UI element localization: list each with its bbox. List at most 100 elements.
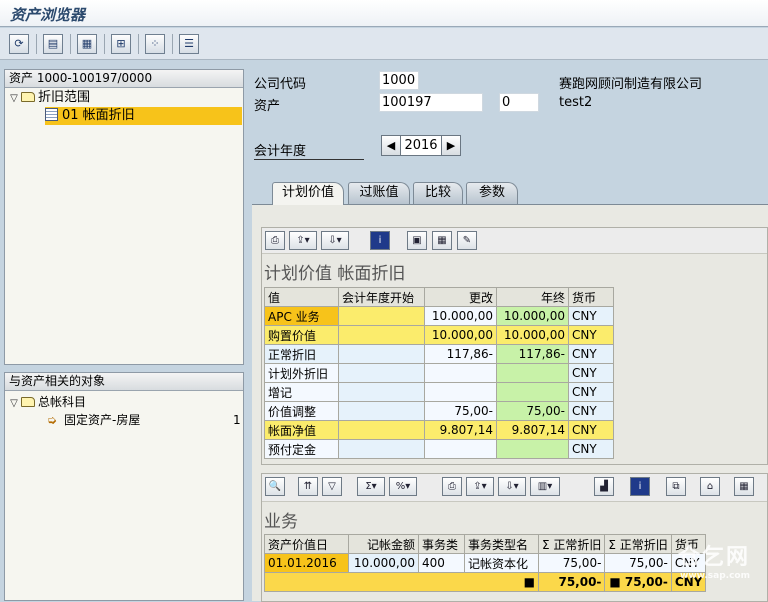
ordinary-depreciation-1: 75,00- (537, 553, 606, 573)
table-row[interactable]: 01.01.2016 10.000,00 400 记帐资本化 75,00- 75… (264, 553, 707, 573)
structure-icon[interactable]: ⁘ (145, 34, 165, 54)
column-header[interactable]: 货币 (568, 287, 614, 307)
year-start (338, 344, 425, 364)
column-header[interactable]: Σ 正常折旧 (537, 534, 606, 554)
tab-comparison[interactable]: 比较 (413, 182, 463, 204)
table-row[interactable]: 购置价值 10.000,00 10.000,00 CNY (264, 325, 614, 345)
subtotal-icon[interactable]: %▾ (389, 477, 417, 496)
table-row[interactable]: 计划外折旧 CNY (264, 363, 614, 383)
chart-icon[interactable]: ▟ (594, 477, 614, 496)
copy-icon[interactable]: ⧉ (666, 477, 686, 496)
tree-node-depreciation-area[interactable]: ▽ 折旧范围 (7, 89, 243, 107)
year-end-amount (496, 363, 569, 383)
column-header[interactable]: 事务类 (418, 534, 465, 554)
watermark-subtext: www.sap.com (680, 571, 750, 581)
layout-icon[interactable]: ▥▾ (530, 477, 560, 496)
year-end-amount: 117,86- (496, 344, 569, 364)
print-icon[interactable]: ⎙ (442, 477, 462, 496)
column-header[interactable]: 记帐金额 (348, 534, 419, 554)
column-header[interactable]: 年终 (496, 287, 569, 307)
download-icon[interactable]: ⇩▾ (498, 477, 526, 496)
column-header[interactable]: Σ 正常折旧 (604, 534, 672, 554)
value-name[interactable]: APC 业务 (264, 306, 339, 326)
fiscal-year-label: 会计年度 (254, 140, 364, 160)
asset-subnumber-field[interactable]: 0 (499, 93, 539, 112)
details-icon[interactable]: ▤ (43, 34, 63, 54)
change-amount (424, 439, 497, 459)
currency: CNY (568, 439, 614, 459)
value-name[interactable]: 帐面净值 (264, 420, 339, 440)
total-depreciation-2: ■ 75,00- (604, 572, 672, 592)
table-row[interactable]: 增记 CNY (264, 382, 614, 402)
company-code-field[interactable]: 1000 (379, 71, 419, 90)
display-icon[interactable]: ▦ (77, 34, 97, 54)
print-icon[interactable]: ⎙ (265, 231, 285, 250)
year-start (338, 420, 425, 440)
filter-icon[interactable]: ▽ (322, 477, 342, 496)
graphic-icon[interactable]: ▣ (407, 231, 427, 250)
column-header[interactable]: 值 (264, 287, 339, 307)
planned-values-grid: ⎙ ⇪▾ ⇩▾ i ▣ ▦ ✎ 计划价值 帐面折旧 值 会计年度开始 更改 年终… (261, 227, 768, 465)
export-icon[interactable]: ⇪▾ (289, 231, 317, 250)
posting-amount: 10.000,00 (348, 553, 419, 573)
info-icon[interactable]: i (370, 231, 390, 250)
table-row[interactable]: APC 业务 10.000,00 10.000,00 CNY (264, 306, 614, 326)
total-cell (418, 572, 465, 592)
table-row[interactable]: 帐面净值 9.807,14 9.807,14 CNY (264, 420, 614, 440)
tab-planned-values[interactable]: 计划价值 (272, 182, 344, 205)
tree-node-gl-account[interactable]: ▽ 总帐科目 (7, 393, 243, 411)
refresh-icon[interactable]: ⟳ (9, 34, 29, 54)
year-end-amount: 10.000,00 (496, 325, 569, 345)
asset-number-field[interactable]: 100197 (379, 93, 483, 112)
tree-node-fixed-asset-building[interactable]: ➭ 固定资产-房屋 (47, 411, 243, 429)
previous-year-button[interactable]: ◀ (381, 135, 401, 156)
navigate-icon[interactable]: ⊞ (111, 34, 131, 54)
column-header[interactable]: 事务类型名 (464, 534, 539, 554)
toolbar-separator (104, 34, 105, 54)
change-amount: 117,86- (424, 344, 497, 364)
related-objects-pane: 与资产相关的对象 ▽ 总帐科目 ➭ 固定资产-房屋 1 (4, 372, 244, 601)
window-title: 资产浏览器 (10, 6, 86, 24)
total-marker: ■ (609, 575, 621, 589)
info-icon[interactable]: i (630, 477, 650, 496)
calculator-icon[interactable]: ▦ (432, 231, 452, 250)
table-row[interactable]: 预付定金 CNY (264, 439, 614, 459)
value-name[interactable]: 价值调整 (264, 401, 339, 421)
table-row[interactable]: 正常折旧 117,86- 117,86- CNY (264, 344, 614, 364)
column-header[interactable]: 更改 (424, 287, 497, 307)
toolbar-separator (36, 34, 37, 54)
value-name[interactable]: 购置价值 (264, 325, 339, 345)
value-name[interactable]: 增记 (264, 382, 339, 402)
export-icon[interactable]: ⇪▾ (466, 477, 494, 496)
collapse-icon[interactable]: ▽ (7, 395, 21, 413)
grid-layout-icon[interactable]: ▦ (734, 477, 754, 496)
collapse-icon[interactable]: ▽ (7, 90, 21, 108)
total-depreciation-2-value: 75,00- (624, 575, 668, 589)
asset-description: test2 (559, 95, 593, 110)
sum-icon[interactable]: Σ▾ (357, 477, 385, 496)
transaction-type: 400 (418, 553, 465, 573)
currency: CNY (568, 420, 614, 440)
year-end-amount: 9.807,14 (496, 420, 569, 440)
download-icon[interactable]: ⇩▾ (321, 231, 349, 250)
grid-title: 计划价值 帐面折旧 (264, 264, 406, 284)
column-header[interactable]: 资产价值日 (264, 534, 349, 554)
list-icon[interactable]: ☰ (179, 34, 199, 54)
column-header[interactable]: 会计年度开始 (338, 287, 425, 307)
tree-node-book-depreciation[interactable]: 01 帐面折旧 (45, 107, 242, 125)
note-icon[interactable]: ✎ (457, 231, 477, 250)
next-year-button[interactable]: ▶ (441, 135, 461, 156)
table-row[interactable]: 价值调整 75,00- 75,00- CNY (264, 401, 614, 421)
currency: CNY (568, 344, 614, 364)
asset-value-date[interactable]: 01.01.2016 (264, 553, 349, 573)
planned-values-table: 值 会计年度开始 更改 年终 货币 APC 业务 10.000,00 10.00… (264, 287, 614, 459)
sort-ascending-icon[interactable]: ⇈ (298, 477, 318, 496)
tab-posted-values[interactable]: 过账值 (348, 182, 410, 204)
value-name[interactable]: 正常折旧 (264, 344, 339, 364)
hat-icon[interactable]: ⌂ (700, 477, 720, 496)
fiscal-year-value[interactable]: 2016 (401, 135, 441, 156)
value-name[interactable]: 预付定金 (264, 439, 339, 459)
tab-parameters[interactable]: 参数 (466, 182, 518, 204)
details-icon[interactable]: 🔍 (265, 477, 285, 496)
value-name[interactable]: 计划外折旧 (264, 363, 339, 383)
